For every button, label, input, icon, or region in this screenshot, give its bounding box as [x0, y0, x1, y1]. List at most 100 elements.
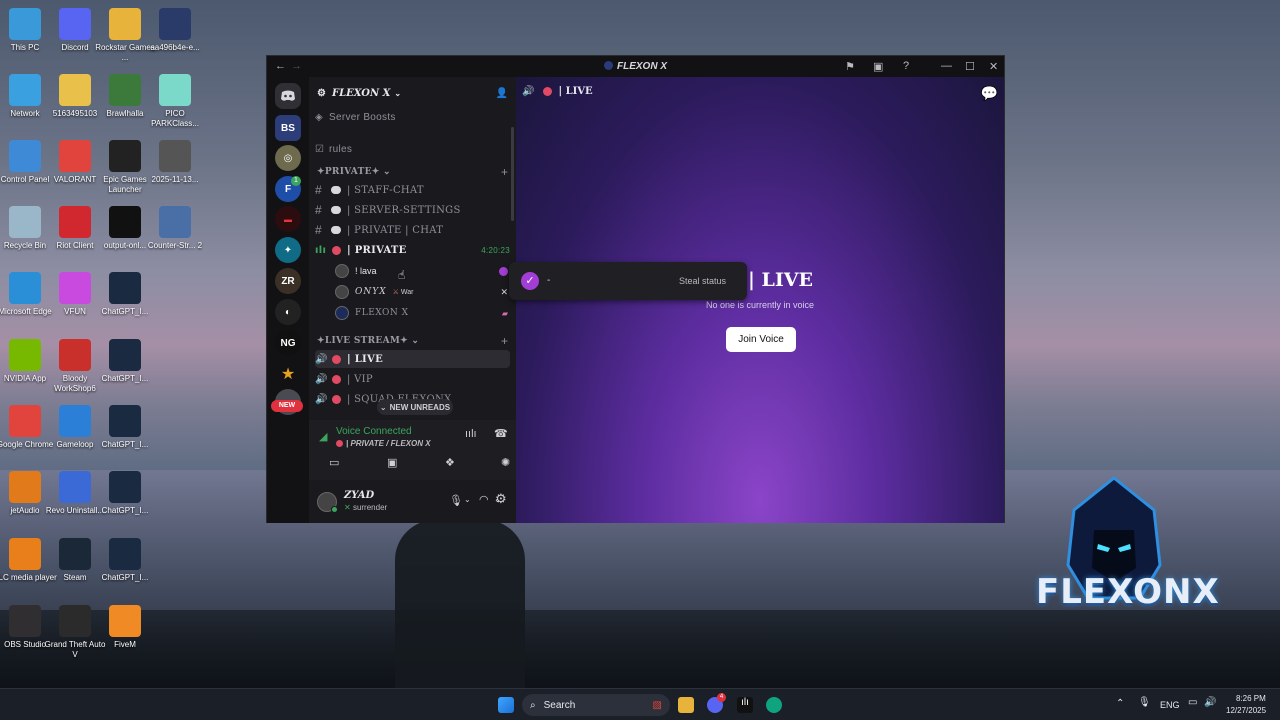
- discord-home-icon[interactable]: [275, 83, 301, 109]
- app-icon: [109, 140, 141, 172]
- category-live-stream[interactable]: ✦LIVE STREAM✦ ⌄: [317, 336, 419, 346]
- app-icon: [109, 74, 141, 106]
- headphones-icon[interactable]: ◠: [479, 493, 489, 506]
- voice-active-icon: ılı: [315, 244, 327, 256]
- desktop-icon[interactable]: ChatGPT_I...: [93, 339, 157, 384]
- server-icon-zr[interactable]: ZR: [275, 268, 301, 294]
- desktop-icon[interactable]: ChatGPT_I...: [93, 272, 157, 317]
- app-icon: [159, 8, 191, 40]
- channel-server-settings[interactable]: # | SERVER-SETTINGS: [315, 201, 510, 219]
- search-highlight-icon: ▧: [652, 699, 662, 711]
- disconnect-icon[interactable]: ☎: [494, 427, 508, 440]
- server-icon-blue[interactable]: ✦: [275, 237, 301, 263]
- screen-share-icon[interactable]: ▣: [387, 456, 397, 469]
- audio-app-icon[interactable]: ılı: [737, 697, 753, 713]
- voice-user-onyx[interactable]: ONYX ⚔ War ✕: [335, 283, 510, 301]
- desktop-icon[interactable]: aa496b4e-e...: [143, 8, 207, 53]
- add-member-icon[interactable]: 👤: [496, 88, 508, 99]
- scrollbar[interactable]: [511, 127, 514, 221]
- speaker-icon: 🔊: [315, 373, 328, 385]
- server-header[interactable]: ⚙ FLEXON X ⌄ 👤: [317, 85, 508, 101]
- channel-rules[interactable]: ☑ rules: [315, 140, 510, 158]
- soundboard-icon[interactable]: ✺: [501, 456, 510, 469]
- channel-staff-chat[interactable]: # | STAFF-CHAT: [315, 181, 510, 199]
- app-icon: [59, 538, 91, 570]
- user-panel: ZYAD ✕ surrender 🎙 ⌄ ◠ ⌄ ⚙: [309, 480, 516, 523]
- desktop-icon-label: ChatGPT_I...: [101, 374, 149, 383]
- add-channel-icon[interactable]: +: [501, 165, 508, 179]
- user-name: ONYX: [355, 287, 387, 297]
- volume-icon[interactable]: 🔊: [1204, 697, 1216, 708]
- clock-date[interactable]: 12/27/2025: [1226, 706, 1266, 715]
- server-icon-ng[interactable]: NG: [275, 330, 301, 356]
- server-boosts[interactable]: ◈ Server Boosts: [315, 108, 510, 126]
- desktop-icon[interactable]: ChatGPT_I...: [93, 405, 157, 450]
- inbox-icon[interactable]: ▣: [873, 60, 883, 73]
- start-icon[interactable]: [498, 697, 514, 713]
- help-icon[interactable]: ?: [903, 60, 909, 72]
- desktop-icon[interactable]: ChatGPT_I...: [93, 538, 157, 583]
- desktop-icon[interactable]: FiveM: [93, 605, 157, 650]
- desktop-icon[interactable]: Counter-Str... 2: [143, 206, 207, 251]
- desktop-icon-label: PICO PARKClass...: [151, 109, 199, 128]
- logo-text: FLEXONX: [1036, 572, 1220, 612]
- chat-icon[interactable]: 💬: [981, 85, 998, 102]
- network-icon[interactable]: ▭: [1188, 697, 1197, 708]
- app-icon: [9, 538, 41, 570]
- desktop-icon[interactable]: PICO PARKClass...: [143, 74, 207, 129]
- mic-icon[interactable]: 🎙: [449, 494, 463, 507]
- desktop-icon[interactable]: ChatGPT_I...: [93, 471, 157, 516]
- category-private[interactable]: ✦PRIVATE✦ ⌄: [317, 167, 391, 177]
- app-icon: [59, 8, 91, 40]
- camera-off-icon[interactable]: ▭: [329, 456, 339, 469]
- channel-private-voice[interactable]: ılı | PRIVATE 4:20:23: [315, 241, 510, 259]
- new-badge: NEW: [271, 400, 303, 412]
- chevron-down-icon[interactable]: ⌄: [464, 495, 471, 504]
- new-unreads-button[interactable]: ⌄ NEW UNREADS: [377, 399, 453, 415]
- settings-gear-icon[interactable]: ⚙: [495, 491, 507, 507]
- channel-vip[interactable]: 🔊 | VIP: [315, 370, 510, 388]
- server-icon-star[interactable]: ★: [275, 361, 301, 387]
- channel-live[interactable]: 🔊 | LIVE: [315, 350, 510, 368]
- mic-tray-icon[interactable]: 🎙: [1138, 697, 1151, 708]
- file-explorer-icon[interactable]: [678, 697, 694, 713]
- app-icon: [9, 471, 41, 503]
- language-indicator[interactable]: ENG: [1160, 700, 1180, 710]
- server-icon-emblem[interactable]: ◎: [275, 145, 301, 171]
- clock-time[interactable]: 8:26 PM: [1236, 694, 1266, 703]
- maximize-icon[interactable]: ☐: [965, 60, 975, 73]
- desktop-icon[interactable]: 2025-11-13...: [143, 140, 207, 185]
- speaker-icon: 🔊: [522, 86, 535, 97]
- noise-suppression-icon[interactable]: ıılı: [465, 428, 477, 440]
- activity-icon: ▰: [501, 308, 508, 318]
- chevron-up-icon[interactable]: ⌃: [1116, 698, 1124, 709]
- app-icon: [59, 339, 91, 371]
- titlebar: ← → FLEXON X ⚑ ▣ ? — ☐ ✕: [267, 56, 1004, 77]
- voice-user-lava[interactable]: ! lava: [335, 262, 510, 280]
- live-dot: [336, 440, 343, 447]
- voice-location[interactable]: | PRIVATE / FLEXON X: [336, 439, 431, 448]
- speaker-icon: 🔊: [315, 353, 328, 365]
- desktop-icon-label: ChatGPT_I...: [101, 440, 149, 449]
- server-icon-bs[interactable]: BS: [275, 115, 301, 141]
- steal-status-button[interactable]: Steal status: [679, 276, 726, 286]
- flag-icon[interactable]: ⚑: [845, 60, 855, 73]
- add-channel-icon[interactable]: +: [501, 334, 508, 348]
- desktop-icon-label: 2025-11-13...: [151, 175, 199, 184]
- server-icon-wolf[interactable]: ◐: [275, 299, 301, 325]
- app-icon: [9, 339, 41, 371]
- chatgpt-icon[interactable]: [766, 697, 782, 713]
- server-notification-badge: 1: [291, 176, 301, 186]
- minimize-icon[interactable]: —: [941, 60, 952, 72]
- channel-private-chat[interactable]: # | PRIVATE | CHAT: [315, 221, 510, 239]
- channel-label: | PRIVATE: [347, 244, 407, 256]
- search-box[interactable]: ⌕ Search ▧: [522, 694, 670, 716]
- voice-user-flexon[interactable]: FLEXON X ▰: [335, 304, 510, 322]
- discord-badge: 4: [717, 693, 726, 702]
- server-icon-red[interactable]: ▬: [275, 206, 301, 232]
- close-icon[interactable]: ✕: [989, 60, 998, 73]
- join-voice-button[interactable]: Join Voice: [726, 327, 796, 352]
- app-icon: [109, 538, 141, 570]
- speaker-icon: 🔊: [315, 393, 328, 405]
- activities-icon[interactable]: ❖: [445, 456, 455, 469]
